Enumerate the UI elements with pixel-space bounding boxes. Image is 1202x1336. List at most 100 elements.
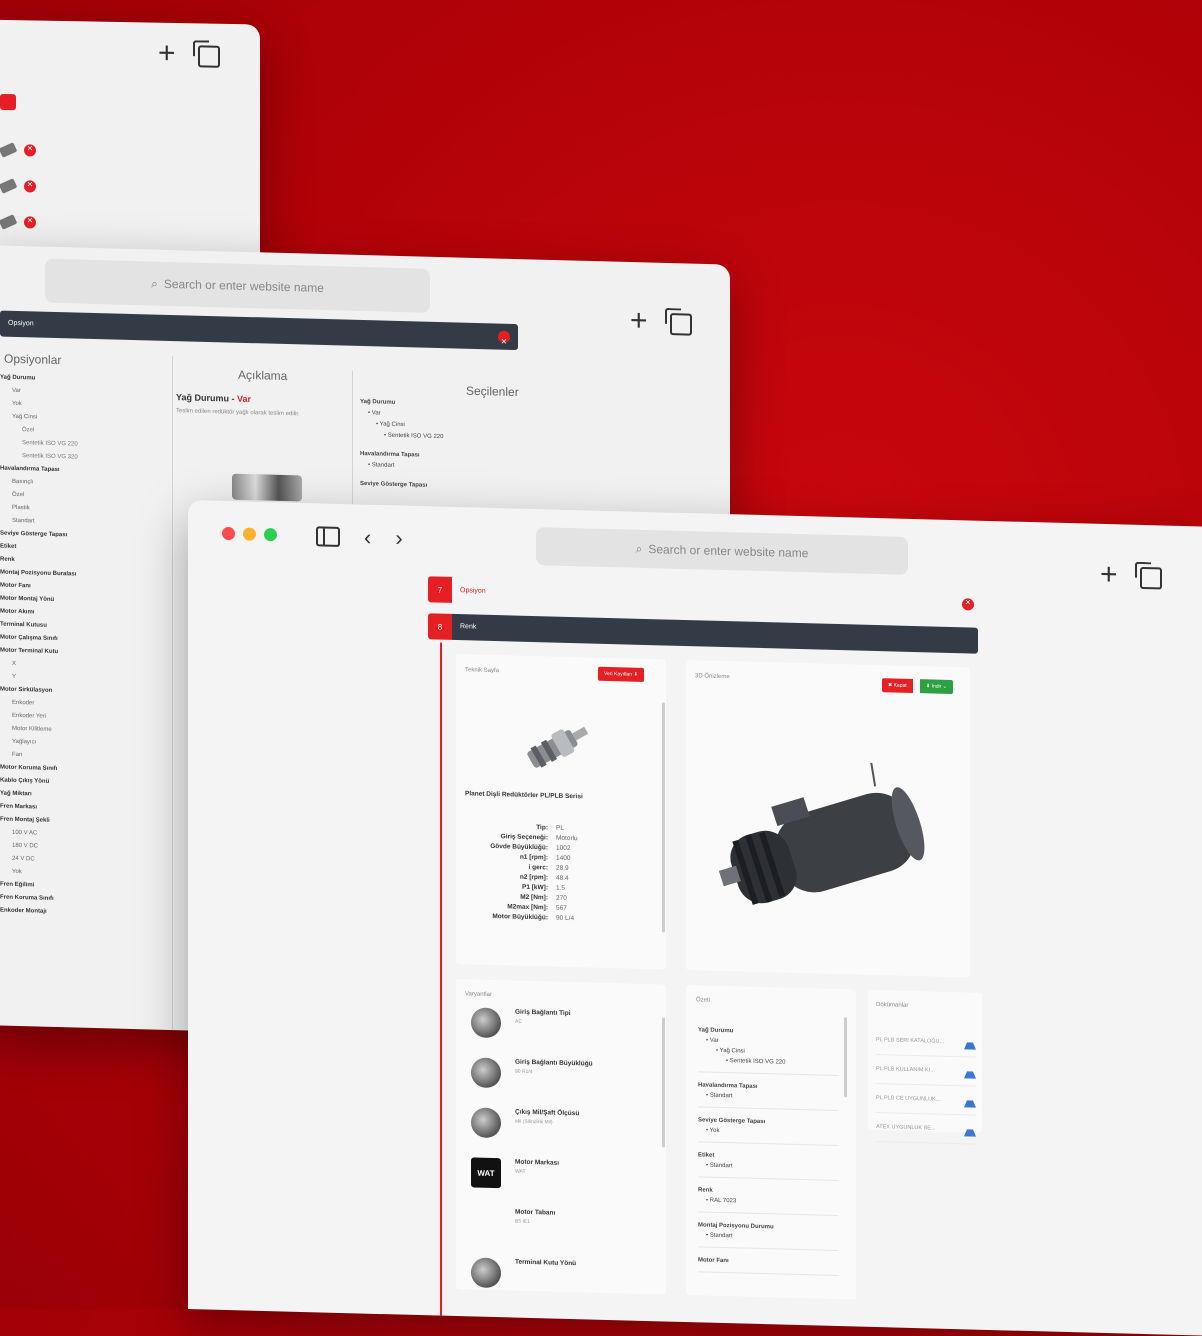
step-7[interactable]: 7 Opsiyon xyxy=(428,576,486,604)
variant-item[interactable]: Motor Tabanı B5 IE1 xyxy=(471,1207,555,1239)
scrollbar[interactable] xyxy=(844,1017,847,1098)
option-tree-label: Kablo Çıkış Yönü xyxy=(0,777,50,785)
back-tool-row xyxy=(0,214,36,230)
summary-title: Özeti xyxy=(696,997,711,1004)
option-tree-label: X xyxy=(12,660,17,667)
step-8[interactable]: 8 xyxy=(428,613,452,640)
col-header-desc: Açıklama xyxy=(238,367,288,384)
variant-title: Terminal Kutu Yönü xyxy=(515,1258,577,1268)
document-name: ATEX UYGUNLUK BE... xyxy=(876,1124,936,1132)
download-icon[interactable] xyxy=(964,1122,976,1137)
summary-block: Etiket • Standart xyxy=(698,1146,838,1182)
back-browser-window: + xyxy=(0,19,260,265)
summary-block: Renk • RAL 7023 xyxy=(698,1181,838,1217)
data-records-button[interactable]: Veri Kayıtları ⬇ xyxy=(598,666,644,682)
variant-text: Çıkış Mil/Şaft Ölçüsü Mil (Silindirik Mil… xyxy=(515,1109,579,1127)
refresh-icon[interactable] xyxy=(0,93,16,111)
variant-item[interactable]: WAT Motor Markası WAT xyxy=(471,1157,559,1189)
step-label: Renk xyxy=(460,623,477,631)
summary-line: Motor Fanı xyxy=(698,1257,729,1265)
spec-value: 567 xyxy=(556,904,567,912)
selected-options-list: Yağ Durumu • Var • Yağ Cinsi • Sentetik ISO… xyxy=(360,397,510,494)
option-tree-label: Yağ Cinsi xyxy=(12,413,38,421)
variant-text: Terminal Kutu Yönü xyxy=(515,1259,576,1271)
spec-key: n1 [rpm]: xyxy=(519,853,548,862)
front-url-bar[interactable]: ⌕ Search or enter website name xyxy=(536,527,908,575)
variant-item[interactable]: Çıkış Mil/Şaft Ölçüsü Mil (Silindirik Mil… xyxy=(471,1107,579,1140)
option-tree-label: Montaj Pozisyonu Buralası xyxy=(0,569,77,578)
spec-key: M2max [Nm]: xyxy=(507,903,548,912)
option-tree-label: Fren Koruma Sınıfı xyxy=(0,894,54,902)
option-tree-label: Enkoder xyxy=(12,699,35,707)
download-icon[interactable] xyxy=(964,1035,976,1050)
3d-preview-title: 3D Önizleme xyxy=(695,673,730,681)
new-tab-icon[interactable]: + xyxy=(158,37,176,70)
option-tree-label: Etiket xyxy=(0,543,17,550)
option-tree-label: Enkoder Yeri xyxy=(12,712,47,720)
forward-arrow-icon[interactable]: › xyxy=(395,525,402,551)
remove-icon[interactable] xyxy=(24,144,36,157)
option-tree-label: Var xyxy=(12,387,21,395)
scrollbar[interactable] xyxy=(662,702,665,933)
variant-item[interactable]: Giriş Bağlantı Tipi AC xyxy=(471,1007,571,1040)
mid-url-placeholder: Search or enter website name xyxy=(163,276,324,296)
spec-key: Gövde Büyüklüğü: xyxy=(490,842,548,852)
remove-icon[interactable] xyxy=(24,180,36,193)
front-browser-window: ‹ › ⌕ Search or enter website name + 7 O… xyxy=(188,500,1202,1336)
download-3d-button[interactable]: ⬇ İndir ⌄ xyxy=(920,679,953,695)
variant-title: Motor Tabanı xyxy=(515,1208,556,1217)
variant-text: Giriş Bağlantı Büyüklüğü 90 R1/4 xyxy=(515,1059,593,1077)
variant-subtitle: AC xyxy=(515,1018,522,1025)
documents-title: Dökümanlar xyxy=(876,1002,909,1009)
document-name: PL PLB CE UYGUNLUK... xyxy=(876,1095,941,1103)
option-tree-label: Motor Montaj Yönü xyxy=(0,595,55,603)
document-item[interactable]: PL PLB CE UYGUNLUK... xyxy=(876,1084,976,1116)
motor-3d-model[interactable] xyxy=(716,759,946,940)
option-tree-item[interactable]: Enkoder Montajı xyxy=(0,905,150,922)
spec-value: 270 xyxy=(556,894,567,902)
step-label: Opsiyon xyxy=(460,586,486,595)
back-toolbar-icons: + xyxy=(158,37,220,70)
spec-value: 1.5 xyxy=(556,884,566,892)
option-tree-label: 180 V DC xyxy=(12,842,39,850)
mid-toolbar-icons: + xyxy=(630,304,692,337)
maximize-window-button[interactable] xyxy=(264,527,277,542)
document-item[interactable]: PL PLB KULLANIM KI... xyxy=(876,1055,976,1087)
option-tree-label: Motor Sirkülasyon xyxy=(0,686,53,694)
remove-icon[interactable] xyxy=(24,216,36,229)
variant-item[interactable]: Giriş Bağlantı Büyüklüğü 90 R1/4 xyxy=(471,1057,593,1090)
download-icon[interactable] xyxy=(964,1093,976,1108)
remove-step-icon[interactable] xyxy=(962,598,974,611)
summary-block: Havalandırma Tapası • Standart xyxy=(698,1076,838,1112)
variant-text: Motor Markası WAT xyxy=(515,1159,559,1176)
document-item[interactable]: PL PLB SERİ KATALOĞU... xyxy=(876,1026,976,1058)
tabs-overview-icon[interactable] xyxy=(1139,566,1162,590)
close-preview-button[interactable]: ✖ Kapat xyxy=(882,678,913,693)
close-icon[interactable] xyxy=(498,330,510,343)
option-tree-label: Standart xyxy=(12,517,35,525)
tabs-overview-icon[interactable] xyxy=(197,45,220,68)
sidebar-toggle-icon[interactable] xyxy=(316,526,340,547)
gear-thumbnail xyxy=(232,473,302,502)
variant-title: Çıkış Mil/Şaft Ölçüsü xyxy=(515,1108,580,1118)
search-icon: ⌕ xyxy=(635,541,643,556)
option-tree-label: Özel xyxy=(22,427,35,434)
variant-item[interactable]: Terminal Kutu Yönü xyxy=(471,1257,576,1290)
scrollbar[interactable] xyxy=(662,1017,665,1148)
options-tree: Yağ Durumu Var Yok Yağ Cinsi Özel Sentetik IS… xyxy=(0,372,150,922)
mid-url-bar[interactable]: ⌕ Search or enter website name xyxy=(45,258,430,313)
download-icon[interactable] xyxy=(964,1064,976,1079)
spec-value: PL xyxy=(556,824,564,832)
window-controls xyxy=(222,526,277,542)
close-window-button[interactable] xyxy=(222,526,235,541)
back-arrow-icon[interactable]: ‹ xyxy=(364,525,371,551)
minimize-window-button[interactable] xyxy=(243,527,256,541)
mid-step-label: Opsiyon xyxy=(8,319,34,328)
brand-logo: WAT xyxy=(471,1157,501,1189)
spec-value: 1400 xyxy=(556,854,571,863)
document-item[interactable]: ATEX UYGUNLUK BE... xyxy=(876,1113,976,1145)
new-tab-icon[interactable]: + xyxy=(1100,558,1118,591)
front-toolbar-icons: + xyxy=(1100,558,1162,591)
new-tab-icon[interactable]: + xyxy=(630,304,648,337)
tabs-overview-icon[interactable] xyxy=(669,313,692,336)
